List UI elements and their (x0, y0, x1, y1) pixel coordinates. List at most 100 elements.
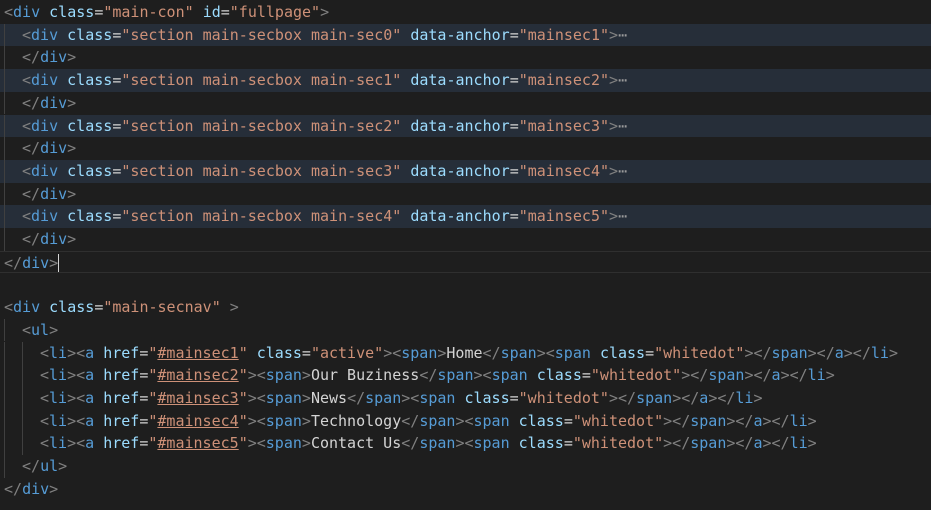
code-token: "main-secnav" (103, 298, 221, 317)
code-token: > (609, 116, 619, 135)
code-token: "main-con" (103, 3, 194, 21)
code-line[interactable]: </div> (0, 228, 931, 251)
code-token: a (753, 411, 763, 430)
code-token: Technology (310, 411, 402, 430)
code-token: > (825, 366, 835, 385)
code-line[interactable]: </div> (0, 46, 931, 70)
code-text: <div class="section main-secbox main-sec… (22, 24, 627, 47)
code-token: span (771, 343, 808, 362)
code-token: = (301, 343, 311, 362)
code-token: >< (247, 411, 266, 430)
code-token: >< (247, 388, 266, 407)
code-token: span (636, 388, 673, 407)
code-token: href (103, 366, 140, 385)
code-token: data-anchor (410, 161, 510, 180)
code-token: span (690, 434, 727, 453)
code-text: </div> (22, 183, 76, 206)
code-token: = (581, 366, 591, 385)
code-line[interactable]: <div class="section main-secbox main-sec… (0, 205, 931, 228)
code-token: data-anchor (410, 25, 510, 44)
code-token: class (67, 25, 113, 44)
code-token: span (500, 343, 537, 362)
code-token: "mainsec4" (518, 161, 610, 180)
code-token: </ (22, 184, 41, 203)
code-line[interactable]: <ul> (0, 318, 931, 342)
code-token: "whitedot" (590, 366, 682, 385)
code-line[interactable]: <li><a href="#mainsec3"><span>News</span… (0, 386, 931, 410)
code-line[interactable] (0, 273, 931, 296)
code-line[interactable]: </ul> (0, 455, 931, 478)
code-token: ul (40, 457, 59, 475)
code-token: </ (401, 434, 420, 453)
code-line[interactable]: <div class="section main-secbox main-sec… (0, 69, 931, 92)
indent-guide (4, 409, 5, 433)
code-token: "mainsec3" (518, 116, 610, 135)
code-token: > (807, 434, 817, 453)
code-token: div (31, 207, 59, 226)
code-text: <div class="section main-secbox main-sec… (22, 205, 627, 228)
code-token: = (563, 434, 573, 453)
code-token: </ (347, 388, 366, 407)
code-line[interactable]: <div class="section main-secbox main-sec… (0, 114, 931, 138)
code-line[interactable]: </div> (0, 137, 931, 160)
code-token: span (491, 366, 528, 385)
code-token: > (609, 71, 619, 90)
code-line[interactable]: </div> (0, 250, 931, 274)
fold-ellipsis-icon[interactable]: ⋯ (618, 207, 627, 225)
code-token: div (40, 48, 68, 67)
code-token: < (40, 388, 50, 407)
code-token: </ (22, 230, 41, 248)
indent-guide (22, 432, 23, 455)
code-token: data-anchor (410, 207, 510, 226)
code-token: div (31, 116, 59, 135)
code-token: span (690, 411, 727, 430)
code-token: > (58, 457, 68, 475)
code-line[interactable]: <li><a href="#mainsec1" class="active"><… (0, 341, 931, 365)
code-line[interactable]: <div class="main-secnav" > (0, 296, 931, 319)
code-token: "mainsec1" (518, 25, 610, 44)
fold-ellipsis-icon[interactable]: ⋯ (618, 71, 627, 89)
code-text: <li><a href="#mainsec1" class="active"><… (40, 342, 898, 365)
code-token: > (49, 479, 59, 498)
code-token: </ (22, 139, 41, 158)
code-token: "mainsec5" (518, 207, 610, 226)
indent-guide (4, 91, 5, 115)
code-line[interactable]: <div class="section main-secbox main-sec… (0, 159, 931, 183)
code-token: = (563, 411, 573, 430)
code-token: ></ (608, 388, 637, 407)
code-editor[interactable]: <div class="main-con" id="fullpage"> <div… (0, 0, 931, 510)
code-token: " (238, 411, 248, 430)
fold-ellipsis-icon[interactable]: ⋯ (618, 26, 627, 44)
fold-ellipsis-icon[interactable]: ⋯ (618, 117, 627, 135)
indent-guide (4, 341, 5, 365)
code-token: News (310, 388, 348, 407)
code-token: >< (67, 343, 86, 362)
code-token: > (609, 207, 619, 226)
code-token: < (40, 343, 50, 362)
code-line[interactable]: <li><a href="#mainsec2"><span>Our Buzine… (0, 364, 931, 387)
code-token: > (67, 139, 77, 158)
code-token: >< (455, 434, 474, 453)
code-token: class (67, 116, 113, 135)
code-token: "mainsec2" (518, 71, 610, 90)
code-line[interactable]: <div class="main-con" id="fullpage"> (0, 1, 931, 24)
code-text: </div> (22, 228, 76, 251)
code-line[interactable]: <li><a href="#mainsec5"><span>Contact Us… (0, 432, 931, 455)
code-token: > (67, 184, 77, 203)
code-line[interactable]: <div class="section main-secbox main-sec… (0, 23, 931, 47)
code-token: = (509, 161, 519, 180)
code-line[interactable]: <li><a href="#mainsec4"><span>Technology… (0, 409, 931, 433)
code-token: class (464, 388, 510, 407)
code-line[interactable]: </div> (0, 182, 931, 206)
code-token: span (265, 434, 302, 453)
code-token: = (220, 3, 230, 21)
code-line[interactable]: </div> (0, 478, 931, 501)
code-token: >< (67, 366, 86, 385)
code-token: > (609, 25, 619, 44)
code-token: a (753, 434, 763, 453)
fold-ellipsis-icon[interactable]: ⋯ (618, 162, 627, 180)
code-line[interactable]: </div> (0, 91, 931, 115)
